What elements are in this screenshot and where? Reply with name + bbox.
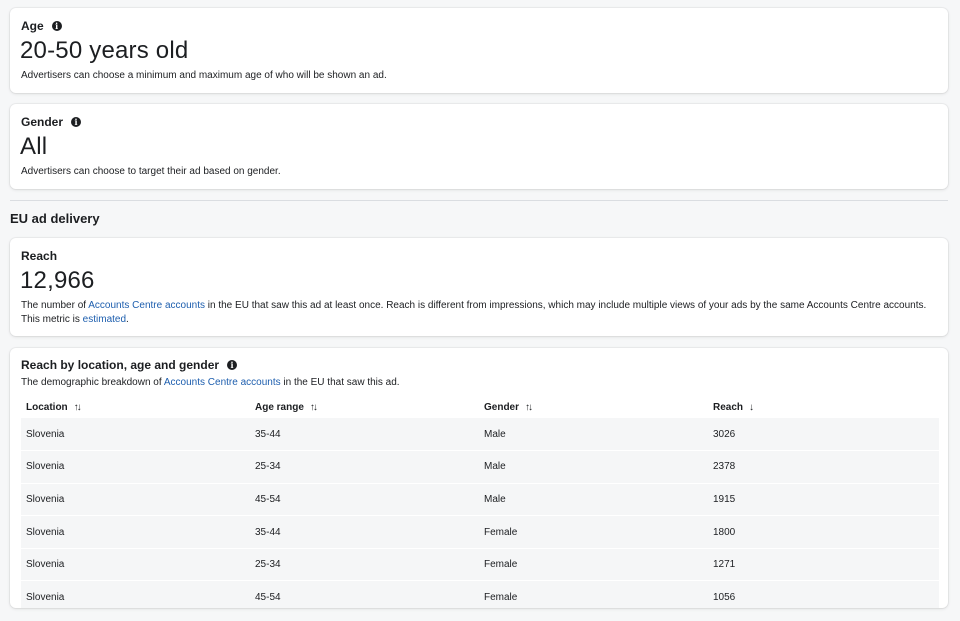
age-label: Age bbox=[21, 19, 44, 33]
age-value: 20-50 years old bbox=[20, 37, 189, 64]
column-header-label: Gender bbox=[484, 401, 520, 413]
gender-card: Gender i All Advertisers can choose to t… bbox=[10, 104, 948, 189]
cell-location: Slovenia bbox=[21, 450, 250, 484]
age-label-row: Age i bbox=[21, 19, 62, 33]
breakdown-desc-text: in the EU that saw this ad. bbox=[280, 377, 400, 388]
reach-desc-text: . bbox=[126, 314, 129, 325]
column-header-reach[interactable]: Reach ↓ bbox=[708, 396, 939, 418]
table-row: Slovenia 25-34 Male 2378 bbox=[21, 450, 939, 484]
breakdown-title-row: Reach by location, age and gender i bbox=[21, 358, 238, 372]
cell-gender: Male bbox=[479, 483, 708, 517]
cell-reach: 3026 bbox=[708, 418, 939, 452]
gender-label: Gender bbox=[21, 115, 64, 129]
cell-age-range: 45-54 bbox=[250, 483, 479, 517]
cell-age-range: 25-34 bbox=[250, 548, 479, 582]
table-row: Slovenia 45-54 Male 1915 bbox=[21, 483, 939, 517]
breakdown-title: Reach by location, age and gender bbox=[21, 358, 220, 372]
sort-icon[interactable]: ↑↓ bbox=[310, 402, 318, 413]
cell-reach: 1056 bbox=[708, 580, 939, 608]
cell-reach: 1915 bbox=[708, 483, 939, 517]
table-header-row: Location ↑↓ Age range ↑↓ Gender ↑↓ Reach ↓ bbox=[21, 396, 939, 418]
info-icon[interactable]: i bbox=[227, 360, 238, 370]
breakdown-desc-text: The demographic breakdown of bbox=[21, 377, 164, 388]
info-icon[interactable]: i bbox=[51, 21, 62, 31]
sort-icon[interactable]: ↑↓ bbox=[525, 402, 533, 413]
cell-location: Slovenia bbox=[21, 580, 250, 608]
info-icon[interactable]: i bbox=[71, 117, 82, 127]
eu-ad-delivery-heading: EU ad delivery bbox=[10, 211, 100, 226]
cell-gender: Male bbox=[479, 450, 708, 484]
sort-desc-icon[interactable]: ↓ bbox=[749, 402, 754, 413]
cell-gender: Female bbox=[479, 515, 708, 549]
column-header-label: Age range bbox=[255, 401, 304, 413]
accounts-centre-link[interactable]: Accounts Centre accounts bbox=[164, 377, 281, 388]
table-row: Slovenia 35-44 Male 3026 bbox=[21, 418, 939, 452]
column-header-location[interactable]: Location ↑↓ bbox=[21, 396, 250, 418]
cell-location: Slovenia bbox=[21, 418, 250, 452]
reach-label: Reach bbox=[21, 249, 58, 263]
cell-age-range: 45-54 bbox=[250, 580, 479, 608]
cell-age-range: 25-34 bbox=[250, 450, 479, 484]
section-divider bbox=[10, 200, 948, 201]
cell-reach: 1271 bbox=[708, 548, 939, 582]
breakdown-description: The demographic breakdown of Accounts Ce… bbox=[21, 376, 400, 390]
column-header-age-range[interactable]: Age range ↑↓ bbox=[250, 396, 479, 418]
cell-age-range: 35-44 bbox=[250, 418, 479, 452]
table-row: Slovenia 45-54 Female 1056 bbox=[21, 580, 939, 608]
gender-value: All bbox=[20, 133, 48, 160]
age-description: Advertisers can choose a minimum and max… bbox=[21, 70, 387, 81]
cell-reach: 2378 bbox=[708, 450, 939, 484]
gender-description: Advertisers can choose to target their a… bbox=[21, 166, 281, 177]
accounts-centre-link[interactable]: Accounts Centre accounts bbox=[88, 300, 205, 311]
cell-gender: Female bbox=[479, 548, 708, 582]
estimated-link[interactable]: estimated bbox=[83, 314, 126, 325]
table-row: Slovenia 25-34 Female 1271 bbox=[21, 548, 939, 582]
reach-card: Reach 12,966 The number of Accounts Cent… bbox=[10, 238, 948, 336]
cell-location: Slovenia bbox=[21, 548, 250, 582]
cell-gender: Male bbox=[479, 418, 708, 452]
reach-desc-text: The number of bbox=[21, 300, 89, 311]
sort-icon[interactable]: ↑↓ bbox=[74, 402, 82, 413]
gender-label-row: Gender i bbox=[21, 115, 82, 129]
column-header-label: Reach bbox=[713, 401, 744, 413]
reach-description: The number of Accounts Centre accounts i… bbox=[21, 299, 937, 327]
column-header-label: Location bbox=[26, 401, 68, 413]
cell-location: Slovenia bbox=[21, 515, 250, 549]
cell-gender: Female bbox=[479, 580, 708, 608]
reach-value: 12,966 bbox=[20, 267, 95, 294]
table-row: Slovenia 35-44 Female 1800 bbox=[21, 515, 939, 549]
reach-breakdown-table: Location ↑↓ Age range ↑↓ Gender ↑↓ Reach ↓ S… bbox=[21, 396, 939, 608]
cell-reach: 1800 bbox=[708, 515, 939, 549]
cell-age-range: 35-44 bbox=[250, 515, 479, 549]
cell-location: Slovenia bbox=[21, 483, 250, 517]
column-header-gender[interactable]: Gender ↑↓ bbox=[479, 396, 708, 418]
breakdown-card: Reach by location, age and gender i The … bbox=[10, 348, 948, 608]
age-card: Age i 20-50 years old Advertisers can ch… bbox=[10, 8, 948, 93]
